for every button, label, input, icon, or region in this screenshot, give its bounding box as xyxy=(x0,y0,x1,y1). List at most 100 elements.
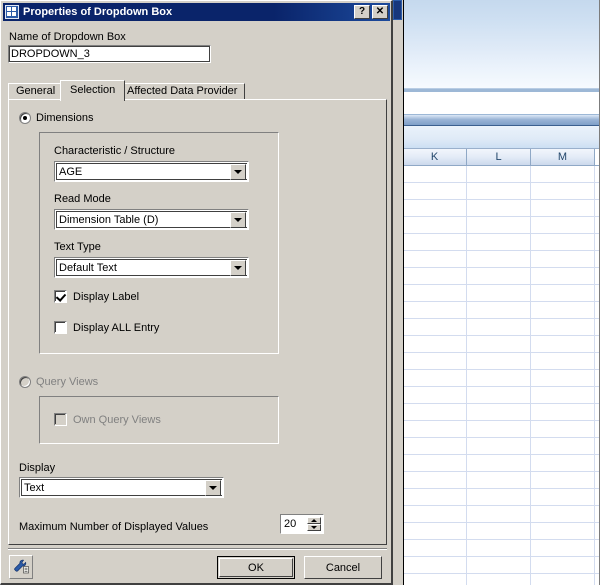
grid-cell[interactable] xyxy=(403,472,467,488)
grid-cell[interactable] xyxy=(467,387,531,403)
grid-cell[interactable] xyxy=(467,574,531,585)
grid-cell[interactable] xyxy=(531,404,595,420)
read-mode-dropdown-arrow[interactable] xyxy=(230,212,246,228)
display-dropdown-arrow[interactable] xyxy=(205,480,221,496)
column-header-k[interactable]: K xyxy=(403,149,467,165)
grid-row[interactable] xyxy=(403,506,600,523)
grid-cell[interactable] xyxy=(467,200,531,216)
grid-row[interactable] xyxy=(403,438,600,455)
grid-cell[interactable] xyxy=(467,217,531,233)
grid-cell[interactable] xyxy=(403,183,467,199)
grid-cell[interactable] xyxy=(531,540,595,556)
grid-cell[interactable] xyxy=(531,302,595,318)
grid-row[interactable] xyxy=(403,234,600,251)
grid-row[interactable] xyxy=(403,319,600,336)
grid-row[interactable] xyxy=(403,472,600,489)
display-combo[interactable]: Text xyxy=(19,477,224,498)
grid-row[interactable] xyxy=(403,370,600,387)
select-all-corner[interactable] xyxy=(393,0,402,20)
grid-row[interactable] xyxy=(403,302,600,319)
grid-cell[interactable] xyxy=(403,353,467,369)
grid-cell[interactable] xyxy=(531,455,595,471)
grid-cell[interactable] xyxy=(403,438,467,454)
grid-row[interactable] xyxy=(403,200,600,217)
grid-cell[interactable] xyxy=(467,336,531,352)
spreadsheet-grid[interactable] xyxy=(403,166,600,585)
grid-cell[interactable] xyxy=(403,234,467,250)
dialog-title-bar[interactable]: Properties of Dropdown Box ? ✕ xyxy=(3,3,390,21)
max-values-stepper[interactable]: 20 xyxy=(280,514,324,534)
grid-cell[interactable] xyxy=(467,455,531,471)
grid-cell[interactable] xyxy=(403,421,467,437)
name-input[interactable]: DROPDOWN_3 xyxy=(8,45,211,63)
grid-cell[interactable] xyxy=(403,523,467,539)
grid-cell[interactable] xyxy=(403,370,467,386)
column-header-m[interactable]: M xyxy=(531,149,595,165)
grid-cell[interactable] xyxy=(403,557,467,573)
grid-row[interactable] xyxy=(403,540,600,557)
grid-cell[interactable] xyxy=(403,506,467,522)
close-button[interactable]: ✕ xyxy=(372,5,388,19)
grid-row[interactable] xyxy=(403,183,600,200)
grid-cell[interactable] xyxy=(467,268,531,284)
grid-cell[interactable] xyxy=(531,421,595,437)
grid-cell[interactable] xyxy=(403,166,467,182)
grid-cell[interactable] xyxy=(531,251,595,267)
grid-row[interactable] xyxy=(403,336,600,353)
grid-row[interactable] xyxy=(403,574,600,585)
grid-cell[interactable] xyxy=(467,540,531,556)
radio-dimensions[interactable]: Dimensions xyxy=(19,112,93,124)
grid-cell[interactable] xyxy=(467,319,531,335)
grid-cell[interactable] xyxy=(467,438,531,454)
text-type-combo[interactable]: Default Text xyxy=(54,257,249,278)
grid-cell[interactable] xyxy=(467,489,531,505)
grid-cell[interactable] xyxy=(403,200,467,216)
checkbox-own-query-views[interactable]: Own Query Views xyxy=(54,413,161,426)
grid-cell[interactable] xyxy=(403,404,467,420)
grid-row[interactable] xyxy=(403,387,600,404)
grid-row[interactable] xyxy=(403,455,600,472)
grid-row[interactable] xyxy=(403,523,600,540)
grid-cell[interactable] xyxy=(531,353,595,369)
grid-cell[interactable] xyxy=(403,251,467,267)
grid-cell[interactable] xyxy=(403,268,467,284)
grid-cell[interactable] xyxy=(531,489,595,505)
checkbox-display-label[interactable]: Display Label xyxy=(54,290,139,303)
grid-cell[interactable] xyxy=(467,353,531,369)
grid-cell[interactable] xyxy=(531,557,595,573)
ok-button[interactable]: OK xyxy=(217,556,295,579)
tools-button[interactable] xyxy=(9,555,33,579)
grid-cell[interactable] xyxy=(403,574,467,585)
grid-row[interactable] xyxy=(403,557,600,574)
tab-affected-data-provider[interactable]: Affected Data Provider xyxy=(119,83,245,100)
grid-cell[interactable] xyxy=(467,472,531,488)
grid-row[interactable] xyxy=(403,404,600,421)
radio-query-views[interactable]: Query Views xyxy=(19,376,98,388)
grid-cell[interactable] xyxy=(531,506,595,522)
grid-cell[interactable] xyxy=(467,523,531,539)
grid-row[interactable] xyxy=(403,489,600,506)
grid-row[interactable] xyxy=(403,268,600,285)
grid-row[interactable] xyxy=(403,217,600,234)
grid-row[interactable] xyxy=(403,353,600,370)
grid-cell[interactable] xyxy=(467,506,531,522)
grid-cell[interactable] xyxy=(531,166,595,182)
grid-cell[interactable] xyxy=(467,404,531,420)
grid-cell[interactable] xyxy=(467,183,531,199)
text-type-dropdown-arrow[interactable] xyxy=(230,260,246,276)
grid-cell[interactable] xyxy=(467,302,531,318)
grid-cell[interactable] xyxy=(403,285,467,301)
grid-cell[interactable] xyxy=(531,370,595,386)
read-mode-combo[interactable]: Dimension Table (D) xyxy=(54,209,249,230)
grid-cell[interactable] xyxy=(467,421,531,437)
grid-cell[interactable] xyxy=(403,319,467,335)
grid-cell[interactable] xyxy=(531,285,595,301)
tab-selection[interactable]: Selection xyxy=(60,80,125,101)
checkbox-display-all-entry[interactable]: Display ALL Entry xyxy=(54,321,159,334)
grid-cell[interactable] xyxy=(531,234,595,250)
tab-general[interactable]: General xyxy=(8,83,63,100)
grid-cell[interactable] xyxy=(531,319,595,335)
grid-cell[interactable] xyxy=(531,438,595,454)
characteristic-combo[interactable]: AGE xyxy=(54,161,249,182)
grid-cell[interactable] xyxy=(531,523,595,539)
